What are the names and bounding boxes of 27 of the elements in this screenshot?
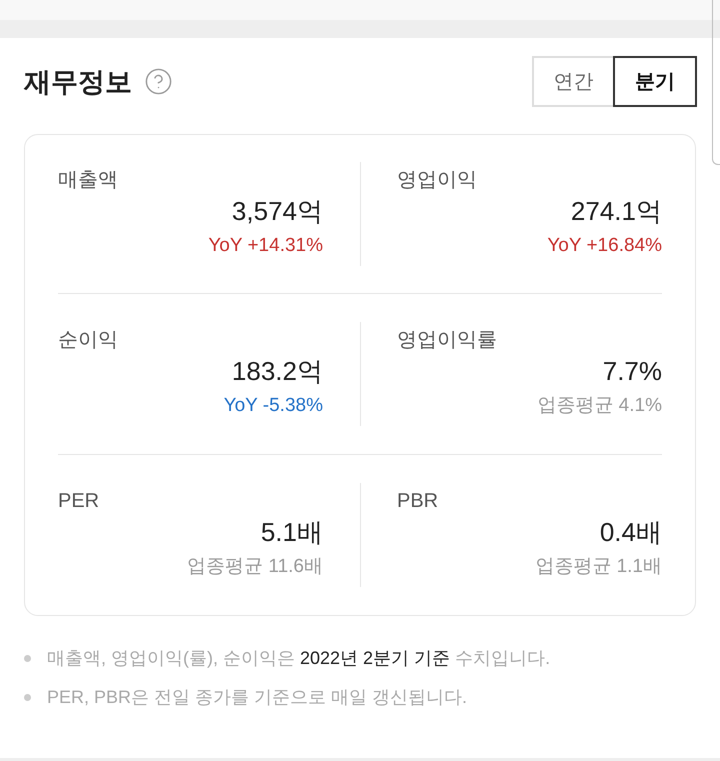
metric-value: 183.2억: [232, 356, 323, 386]
period-tab[interactable]: 연간: [532, 56, 613, 107]
bullet-icon: [24, 654, 31, 662]
metric-value: 274.1억: [570, 196, 662, 226]
metric-label: 영업이익: [397, 168, 477, 193]
metric-label: 영업이익률: [397, 328, 497, 353]
metric-change: 업종평균 4.1%: [537, 394, 662, 418]
footnote: 매출액, 영업이익(률), 순이익은 2022년 2분기 기준 수치입니다.: [47, 647, 550, 670]
metric-label: PER: [58, 489, 100, 514]
help-icon[interactable]: [144, 67, 173, 96]
metric-change: 업종평균 1.1배: [535, 555, 662, 579]
metric-value: 7.7%: [602, 356, 662, 386]
metric-change: YoY -5.38%: [224, 394, 323, 418]
metric-label: 매출액: [58, 168, 118, 193]
metric-value: 5.1배: [260, 517, 323, 547]
period-tab[interactable]: 분기: [613, 56, 697, 107]
metric-label: 순이익: [58, 328, 118, 353]
metric-value: 3,574억: [232, 196, 323, 226]
scrollbar[interactable]: [712, 0, 720, 165]
metric-change: 업종평균 11.6배: [187, 555, 323, 579]
metric-change: YoY +16.84%: [547, 234, 662, 258]
bullet-icon: [24, 694, 31, 700]
metric-value: 0.4배: [600, 517, 662, 547]
metric-change: YoY +14.31%: [208, 234, 323, 258]
metric-label: PBR: [397, 489, 438, 514]
section-title: 재무정보: [24, 66, 132, 98]
footnote: PER, PBR은 전일 종가를 기준으로 매일 갱신됩니다.: [47, 686, 468, 709]
